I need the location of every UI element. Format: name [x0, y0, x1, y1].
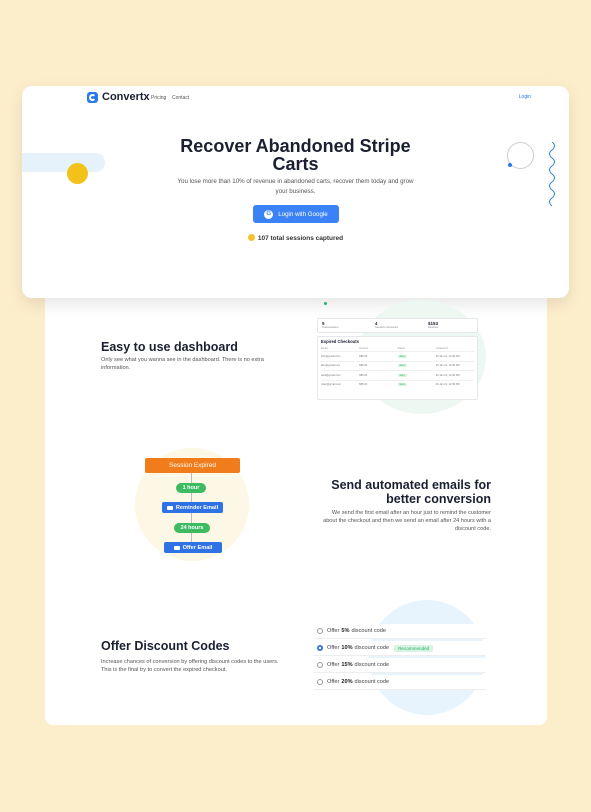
row-email: mike@gmail.com	[321, 383, 341, 387]
option-suffix: discount code	[354, 645, 390, 651]
option-percent: 20%	[341, 679, 353, 685]
radio-unchecked-icon[interactable]	[317, 679, 323, 685]
radio-unchecked-icon[interactable]	[317, 628, 323, 634]
offer-email-label: Offer Email	[182, 544, 213, 551]
row-date: 26 Jan 21, 12:30 PM	[435, 364, 460, 368]
discount-option-10[interactable]: Offer 10% discount code Recommended	[314, 641, 486, 656]
hero-title-line1: Recover Abandoned Stripe	[180, 136, 411, 156]
row-status: Sent	[397, 364, 436, 368]
nav-link-contact[interactable]: Contact	[172, 95, 189, 101]
column-header: Email	[321, 347, 328, 350]
option-percent: 10%	[341, 645, 353, 651]
delay-24-hours-pill: 24 hours	[174, 523, 210, 533]
hero-subtitle: You lose more than 10% of revenue in aba…	[177, 178, 414, 195]
emails-title: Send automated emails for better convers…	[300, 478, 491, 506]
row-email: alex@gmail.com	[321, 364, 341, 368]
discount-text: Increase chances of conversion by offeri…	[101, 659, 279, 673]
dashboard-text: Only see what you wanna see in the dashb…	[101, 357, 264, 371]
brand-name: Convertx	[102, 91, 150, 103]
row-amount: $85.00	[359, 354, 368, 358]
decorative-wave-icon	[549, 142, 555, 207]
row-amount: $85.00	[359, 383, 368, 387]
nav-link-pricing[interactable]: Pricing	[151, 95, 166, 101]
emails-text: We send the first email after an hour ju…	[323, 510, 491, 532]
row-date: 26 Jan 21, 12:30 PM	[435, 383, 460, 387]
row-email: sara@gmail.com	[321, 373, 341, 377]
offer-email-box: Offer Email	[164, 542, 222, 553]
hero-title: Recover Abandoned Stripe Carts	[22, 137, 569, 173]
radio-unchecked-icon[interactable]	[317, 662, 323, 668]
table-row[interactable]: alex@gmail.com $85.00 Sent 26 Jan 21, 12…	[321, 360, 474, 371]
row-date: 26 Jan 21, 12:30 PM	[435, 373, 460, 377]
discount-option-15[interactable]: Offer 15% discount code	[314, 658, 486, 673]
google-icon: G	[264, 209, 274, 219]
login-link[interactable]: Login	[519, 94, 531, 100]
status-badge: Sent	[397, 354, 407, 358]
stat-revenue: $153 Revenue	[424, 319, 477, 332]
stat-label: Sessions recovered	[375, 326, 398, 329]
reminder-email-box: Reminder Email	[162, 502, 223, 513]
stat-total-sessions: 5 Total sessions	[318, 319, 371, 332]
stat-recovered: 4 Sessions recovered	[371, 319, 424, 332]
decorative-yellow-circle	[67, 163, 88, 184]
discount-option-5[interactable]: Offer 5% discount code	[314, 624, 486, 639]
row-status: Sent	[397, 383, 436, 387]
option-suffix: discount code	[354, 662, 390, 668]
option-percent: 5%	[341, 628, 350, 634]
expired-checkouts-card: Expired Checkouts Email Amount Status Cr…	[317, 336, 478, 400]
option-prefix: Offer	[327, 662, 340, 668]
option-prefix: Offer	[327, 679, 340, 685]
convertx-logo-icon	[87, 91, 98, 103]
hero-title-line2: Carts	[272, 154, 319, 174]
expired-checkouts-title: Expired Checkouts	[321, 339, 359, 344]
column-header: Status	[397, 347, 405, 350]
row-status: Sent	[397, 373, 436, 377]
emails-title-line1: Send automated emails for	[331, 478, 491, 492]
brand-logo[interactable]: Convertx	[87, 91, 150, 103]
row-email: john@gmail.com	[321, 354, 341, 358]
discount-option-20[interactable]: Offer 20% discount code	[314, 675, 486, 690]
sessions-text: 107 total sessions captured	[257, 235, 344, 242]
option-suffix: discount code	[351, 628, 386, 634]
stat-label: Total sessions	[322, 326, 339, 329]
table-row[interactable]: john@gmail.com $85.00 Sent 26 Jan 21, 12…	[321, 351, 474, 361]
row-status: Sent	[397, 354, 436, 358]
option-prefix: Offer	[327, 628, 340, 634]
status-badge: Sent	[397, 364, 407, 368]
column-header: Created At	[435, 347, 449, 350]
option-prefix: Offer	[327, 645, 340, 651]
table-row[interactable]: sara@gmail.com $85.00 Sent 26 Jan 21, 12…	[321, 370, 474, 380]
dashboard-title: Easy to use dashboard	[101, 340, 238, 354]
mail-icon	[166, 505, 173, 510]
status-badge: Sent	[397, 373, 407, 377]
row-date: 26 Jan 21, 12:30 PM	[435, 354, 460, 358]
stat-label: Revenue	[428, 326, 439, 329]
session-expired-box: Session Expired	[145, 458, 240, 473]
radio-checked-icon[interactable]	[317, 645, 323, 651]
hero-card: Convertx Pricing Contact Login Recover A…	[22, 86, 569, 298]
recommended-badge: Recommended	[394, 644, 434, 652]
option-percent: 15%	[341, 662, 353, 668]
decorative-green-dot	[324, 302, 327, 305]
discount-title: Offer Discount Codes	[101, 639, 230, 653]
delay-1-hour-pill: 1 hour	[176, 483, 206, 493]
status-badge: Sent	[397, 383, 407, 387]
row-amount: $85.00	[359, 364, 368, 368]
dashboard-stats: 5 Total sessions 4 Sessions recovered $153…	[317, 318, 478, 333]
decorative-pill	[22, 153, 105, 172]
mail-icon	[173, 545, 180, 550]
row-amount: $85.00	[359, 373, 368, 377]
option-suffix: discount code	[354, 679, 390, 685]
column-header: Amount	[359, 347, 369, 350]
reminder-email-label: Reminder Email	[175, 504, 219, 511]
sessions-counter: 107 total sessions captured	[22, 234, 569, 242]
emails-title-line2: better conversion	[386, 492, 491, 506]
sunglasses-emoji-icon	[247, 234, 255, 241]
table-row[interactable]: mike@gmail.com $85.00 Sent 26 Jan 21, 12…	[321, 379, 474, 390]
login-with-google-label: Login with Google	[278, 210, 328, 218]
login-with-google-button[interactable]: G Login with Google	[253, 205, 339, 223]
decorative-blue-dot	[508, 163, 512, 167]
